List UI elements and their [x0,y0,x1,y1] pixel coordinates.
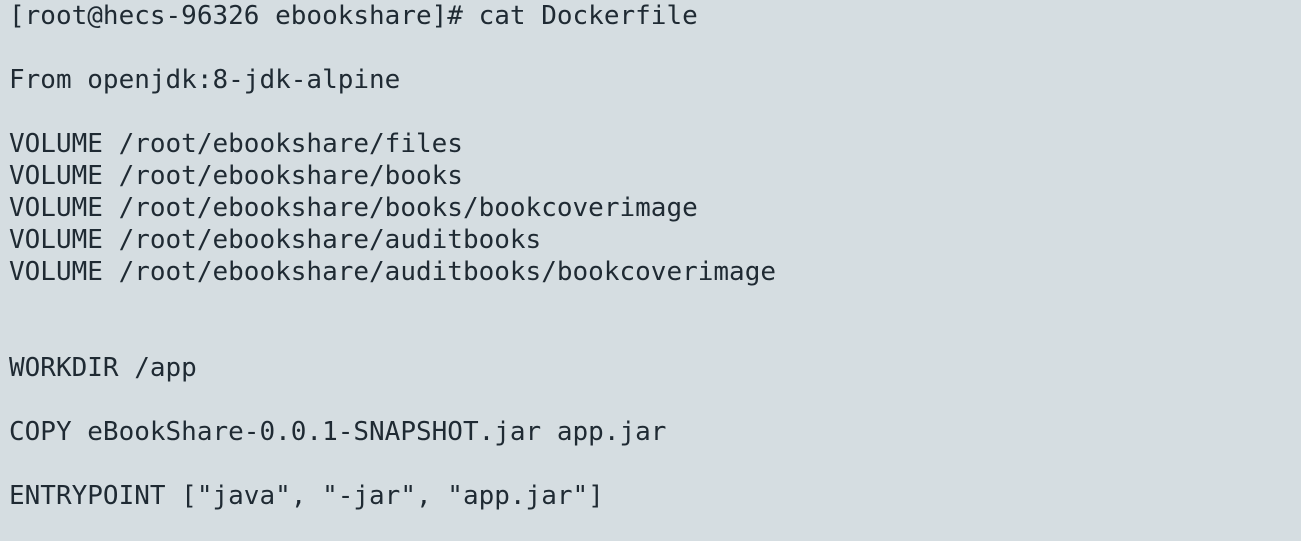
terminal-line-entrypoint: ENTRYPOINT ["java", "-jar", "app.jar"] [9,481,604,511]
terminal-line-volume-4: VOLUME /root/ebookshare/auditbooks [9,225,542,255]
terminal-line-volume-5: VOLUME /root/ebookshare/auditbooks/bookc… [9,257,777,287]
terminal-line-volume-3: VOLUME /root/ebookshare/books/bookcoveri… [9,193,698,223]
terminal-line-volume-2: VOLUME /root/ebookshare/books [9,161,463,191]
terminal-line-from: From openjdk:8-jdk-alpine [9,65,401,95]
terminal-line-workdir: WORKDIR /app [9,353,197,383]
terminal-line-volume-1: VOLUME /root/ebookshare/files [9,129,463,159]
terminal-line-copy: COPY eBookShare-0.0.1-SNAPSHOT.jar app.j… [9,417,667,447]
terminal-window[interactable]: [root@hecs-96326 ebookshare]# cat Docker… [0,0,1301,541]
terminal-line-prompt: [root@hecs-96326 ebookshare]# cat Docker… [9,1,698,31]
